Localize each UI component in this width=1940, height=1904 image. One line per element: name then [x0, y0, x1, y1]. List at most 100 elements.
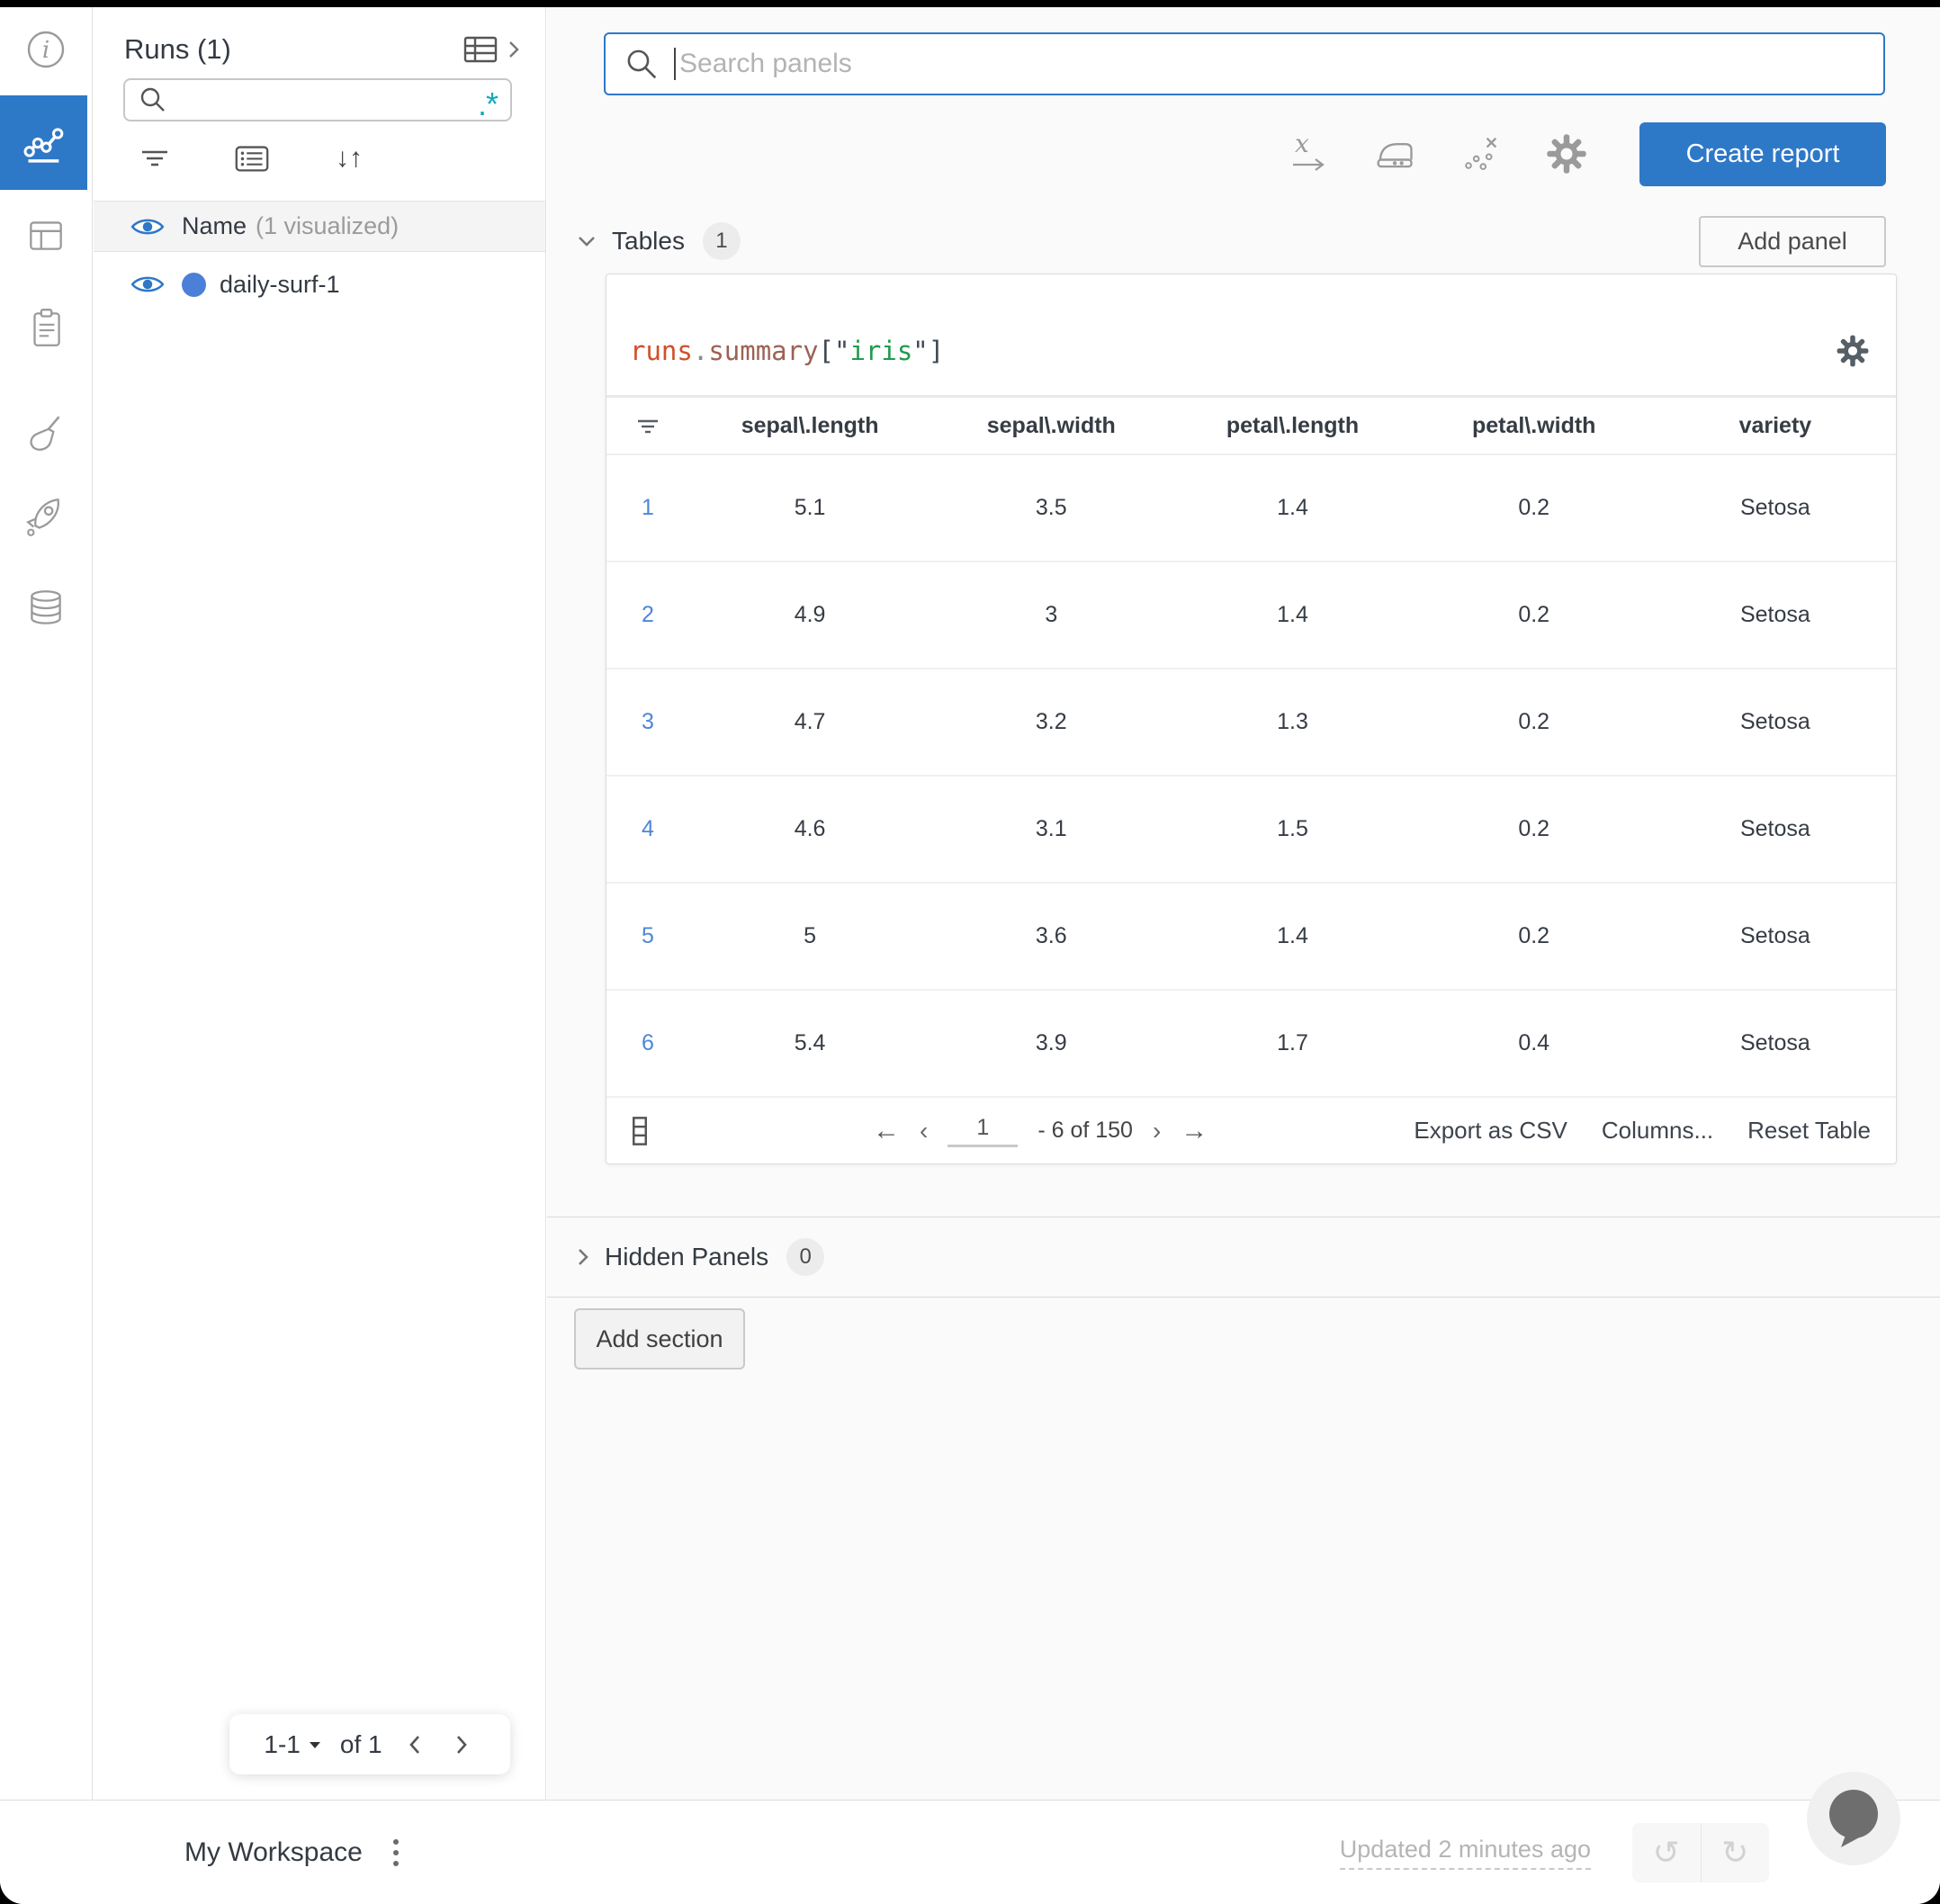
- column-header[interactable]: sepal\.length: [689, 413, 930, 439]
- table-row: 6 5.4 3.9 1.7 0.4 Setosa: [606, 991, 1896, 1098]
- svg-text:i: i: [42, 37, 49, 64]
- main-content: x Create report Tables 1 Add: [547, 7, 1940, 1800]
- redo-button[interactable]: ↻: [1702, 1823, 1770, 1882]
- runs-header: Runs (1): [124, 29, 522, 70]
- tables-count-badge: 1: [702, 222, 741, 260]
- broom-icon[interactable]: [22, 411, 69, 458]
- runs-search-box: .*: [123, 78, 512, 121]
- export-csv-button[interactable]: Export as CSV: [1414, 1117, 1567, 1145]
- runs-search-input[interactable]: [168, 85, 478, 114]
- reset-table-button[interactable]: Reset Table: [1747, 1117, 1871, 1145]
- table-footer: ← ‹ - 6 of 150 › → Export as CSV Columns…: [606, 1098, 1896, 1163]
- clipboard-icon[interactable]: [22, 305, 69, 352]
- eye-icon[interactable]: [130, 214, 166, 239]
- row-index-link[interactable]: 5: [606, 923, 689, 949]
- cell: 0.2: [1518, 816, 1550, 841]
- x-axis-settings-icon[interactable]: x: [1281, 128, 1334, 180]
- regex-toggle-icon[interactable]: .*: [478, 86, 498, 121]
- svg-text:x: x: [1295, 130, 1309, 158]
- table-row: 2 4.9 3 1.4 0.2 Setosa: [606, 562, 1896, 669]
- page-size-dropdown[interactable]: 1-1: [264, 1730, 321, 1759]
- table-filter-icon[interactable]: [606, 413, 689, 438]
- caret-down-icon: [309, 1741, 320, 1748]
- remove-outliers-icon[interactable]: [1454, 128, 1506, 180]
- table-header-row: sepal\.length sepal\.width petal\.length…: [606, 398, 1896, 455]
- runs-name-header-row: Name (1 visualized): [94, 201, 545, 252]
- row-index-link[interactable]: 4: [606, 816, 689, 842]
- undo-button[interactable]: ↺: [1632, 1823, 1702, 1882]
- column-header[interactable]: petal\.width: [1414, 413, 1655, 439]
- cell: Setosa: [1739, 709, 1810, 734]
- panel-layout-icon[interactable]: [22, 212, 69, 259]
- undo-redo-group: ↺ ↻: [1632, 1823, 1769, 1882]
- bottom-bar: My Workspace Updated 2 minutes ago ↺ ↻: [0, 1772, 1940, 1904]
- column-header[interactable]: petal\.length: [1172, 413, 1413, 439]
- row-index-link[interactable]: 3: [606, 709, 689, 735]
- table-row: 4 4.6 3.1 1.5 0.2 Setosa: [606, 777, 1896, 884]
- chevron-down-icon[interactable]: [574, 232, 599, 250]
- code-open: [": [818, 336, 850, 366]
- database-icon[interactable]: [22, 586, 69, 633]
- first-page-button[interactable]: ←: [873, 1116, 900, 1146]
- page-number-input[interactable]: [948, 1114, 1019, 1147]
- panel-search-input[interactable]: [679, 49, 1865, 79]
- workspace-actions: x Create report: [1247, 121, 1886, 186]
- cell: 1.4: [1277, 495, 1308, 520]
- last-page-button[interactable]: →: [1181, 1116, 1208, 1146]
- run-color-dot: [182, 272, 206, 297]
- table-panel: runs.summary["iris"] sepal\.length sepal…: [606, 274, 1897, 1164]
- table-row: 1 5.1 3.5 1.4 0.2 Setosa: [606, 455, 1896, 562]
- cell: 5.1: [794, 495, 826, 520]
- cell: 5.4: [794, 1030, 826, 1055]
- eye-icon[interactable]: [130, 272, 166, 297]
- hidden-panels-section[interactable]: Hidden Panels 0: [547, 1217, 1940, 1298]
- row-height-icon[interactable]: [632, 1116, 648, 1146]
- cell: 3.9: [1035, 1030, 1067, 1055]
- add-panel-button[interactable]: Add panel: [1699, 215, 1886, 267]
- sort-icon[interactable]: ↓↑: [329, 140, 369, 176]
- create-report-button[interactable]: Create report: [1639, 121, 1886, 186]
- filter-icon[interactable]: [135, 140, 175, 176]
- add-section-button[interactable]: Add section: [574, 1308, 745, 1370]
- cell: 4.6: [794, 816, 826, 841]
- workspace-line-chart-icon[interactable]: [0, 95, 87, 190]
- text-caret: [674, 48, 676, 80]
- column-header[interactable]: variety: [1655, 413, 1896, 439]
- cell: Setosa: [1739, 602, 1810, 627]
- cell: 0.2: [1518, 495, 1550, 520]
- row-index-link[interactable]: 1: [606, 495, 689, 521]
- page-range-label: - 6 of 150: [1037, 1118, 1133, 1143]
- cell: Setosa: [1739, 495, 1810, 520]
- run-row[interactable]: daily-surf-1: [94, 252, 545, 317]
- chat-support-button[interactable]: [1807, 1772, 1900, 1865]
- row-index-link[interactable]: 6: [606, 1030, 689, 1056]
- cell: 1.7: [1277, 1030, 1308, 1055]
- panel-settings-gear-icon[interactable]: [1833, 331, 1873, 371]
- settings-gear-icon[interactable]: [1540, 128, 1593, 180]
- runs-pagination: 1-1 of 1: [229, 1714, 510, 1774]
- cell: 5: [804, 923, 817, 948]
- hidden-panels-count-badge: 0: [786, 1238, 825, 1276]
- next-page-button[interactable]: ›: [1153, 1117, 1161, 1145]
- columns-button[interactable]: Columns...: [1602, 1117, 1713, 1145]
- workspace-menu-kebab-icon[interactable]: [388, 1834, 404, 1872]
- rocket-icon[interactable]: [22, 492, 69, 539]
- runs-table-view-icon[interactable]: [461, 31, 502, 67]
- prev-page-button[interactable]: ‹: [920, 1117, 928, 1145]
- cell: 3.6: [1035, 923, 1067, 948]
- cell: 3: [1045, 602, 1058, 627]
- prev-page-button[interactable]: [400, 1731, 429, 1758]
- chevron-right-icon[interactable]: [574, 1244, 592, 1270]
- cell: 1.4: [1277, 923, 1308, 948]
- cell: 1.3: [1277, 709, 1308, 734]
- cell: 4.9: [794, 602, 826, 627]
- smoothing-iron-icon[interactable]: [1368, 128, 1420, 180]
- row-index-link[interactable]: 2: [606, 602, 689, 628]
- expand-runs-icon[interactable]: [506, 35, 522, 64]
- column-header[interactable]: sepal\.width: [930, 413, 1172, 439]
- info-icon[interactable]: i: [22, 26, 69, 73]
- table-row: 5 5 3.6 1.4 0.2 Setosa: [606, 884, 1896, 991]
- next-page-button[interactable]: [447, 1731, 476, 1758]
- group-list-icon[interactable]: [232, 140, 272, 176]
- cell: 1.5: [1277, 816, 1308, 841]
